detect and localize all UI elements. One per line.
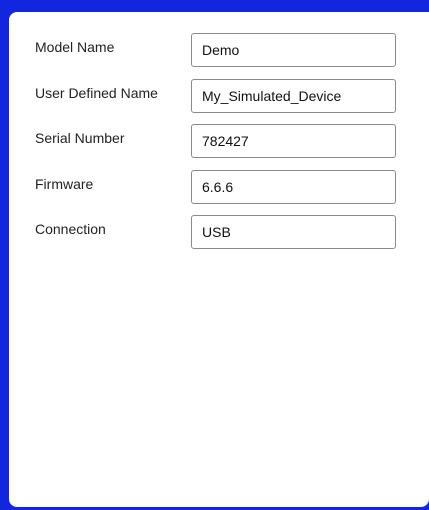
user-defined-name-row: User Defined Name — [9, 79, 429, 121]
connection-label: Connection — [35, 221, 106, 237]
model-name-field[interactable] — [191, 33, 396, 67]
firmware-field[interactable] — [191, 170, 396, 204]
window-frame: Model Name User Defined Name Serial Numb… — [0, 0, 429, 510]
serial-number-field[interactable] — [191, 124, 396, 158]
serial-number-row: Serial Number — [9, 124, 429, 166]
device-info-panel: Model Name User Defined Name Serial Numb… — [9, 12, 429, 507]
model-name-row: Model Name — [9, 33, 429, 75]
connection-field[interactable] — [191, 215, 396, 249]
serial-number-label: Serial Number — [35, 130, 125, 146]
firmware-label: Firmware — [35, 176, 94, 192]
connection-row: Connection — [9, 215, 429, 257]
model-name-label: Model Name — [35, 39, 115, 55]
user-defined-name-field[interactable] — [191, 79, 396, 113]
firmware-row: Firmware — [9, 170, 429, 212]
user-defined-name-label: User Defined Name — [35, 85, 158, 101]
